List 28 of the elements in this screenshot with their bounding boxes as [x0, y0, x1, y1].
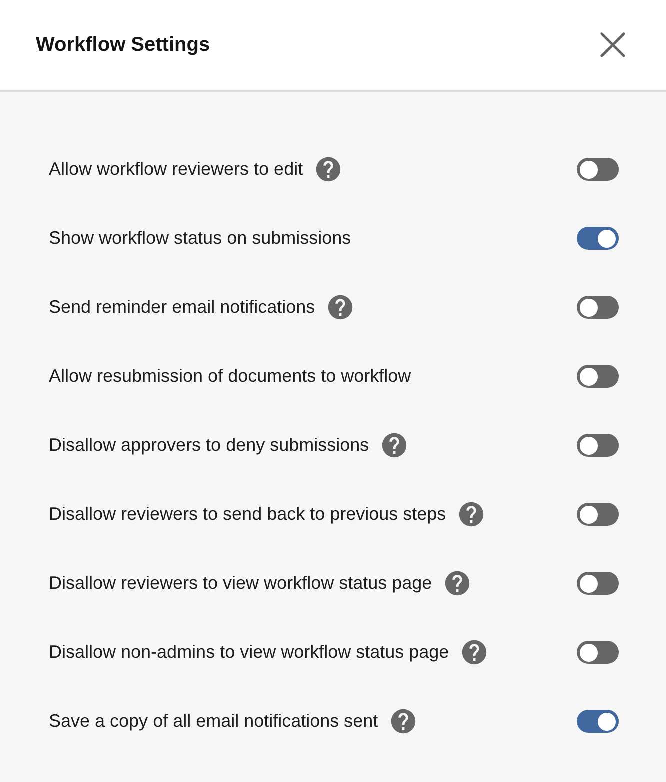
setting-label: Disallow reviewers to send back to previous steps	[49, 504, 446, 525]
toggle-switch[interactable]	[577, 641, 619, 664]
toggle-switch[interactable]	[577, 434, 619, 457]
help-icon[interactable]	[316, 158, 340, 182]
setting-label: Disallow non-admins to view workflow status page	[49, 642, 450, 663]
toggle-switch[interactable]	[577, 227, 619, 250]
setting-label: Show workflow status on submissions	[49, 228, 352, 249]
toggle-switch[interactable]	[577, 296, 619, 319]
setting-label: Allow workflow reviewers to edit	[49, 159, 304, 180]
toggle-switch[interactable]	[577, 365, 619, 388]
toggle-switch[interactable]	[577, 710, 619, 733]
close-icon	[600, 32, 626, 58]
help-icon[interactable]	[382, 434, 406, 458]
help-icon[interactable]	[391, 710, 416, 734]
help-icon[interactable]	[445, 572, 470, 596]
setting-label: Disallow reviewers to view workflow status page	[49, 573, 432, 594]
dialog-title: Workflow Settings	[36, 34, 210, 56]
setting-label: Disallow approvers to deny submissions	[49, 435, 370, 456]
close-button[interactable]	[600, 32, 626, 58]
toggle-switch[interactable]	[577, 572, 619, 595]
setting-label: Save a copy of all email notifications sent	[49, 711, 378, 732]
help-icon[interactable]	[328, 296, 352, 320]
help-icon[interactable]	[459, 502, 484, 526]
setting-label: Send reminder email notifications	[49, 297, 316, 318]
help-icon[interactable]	[462, 640, 486, 664]
setting-label: Allow resubmission of documents to workflow	[49, 366, 412, 387]
toggle-switch[interactable]	[577, 158, 619, 181]
toggle-switch[interactable]	[577, 503, 619, 526]
